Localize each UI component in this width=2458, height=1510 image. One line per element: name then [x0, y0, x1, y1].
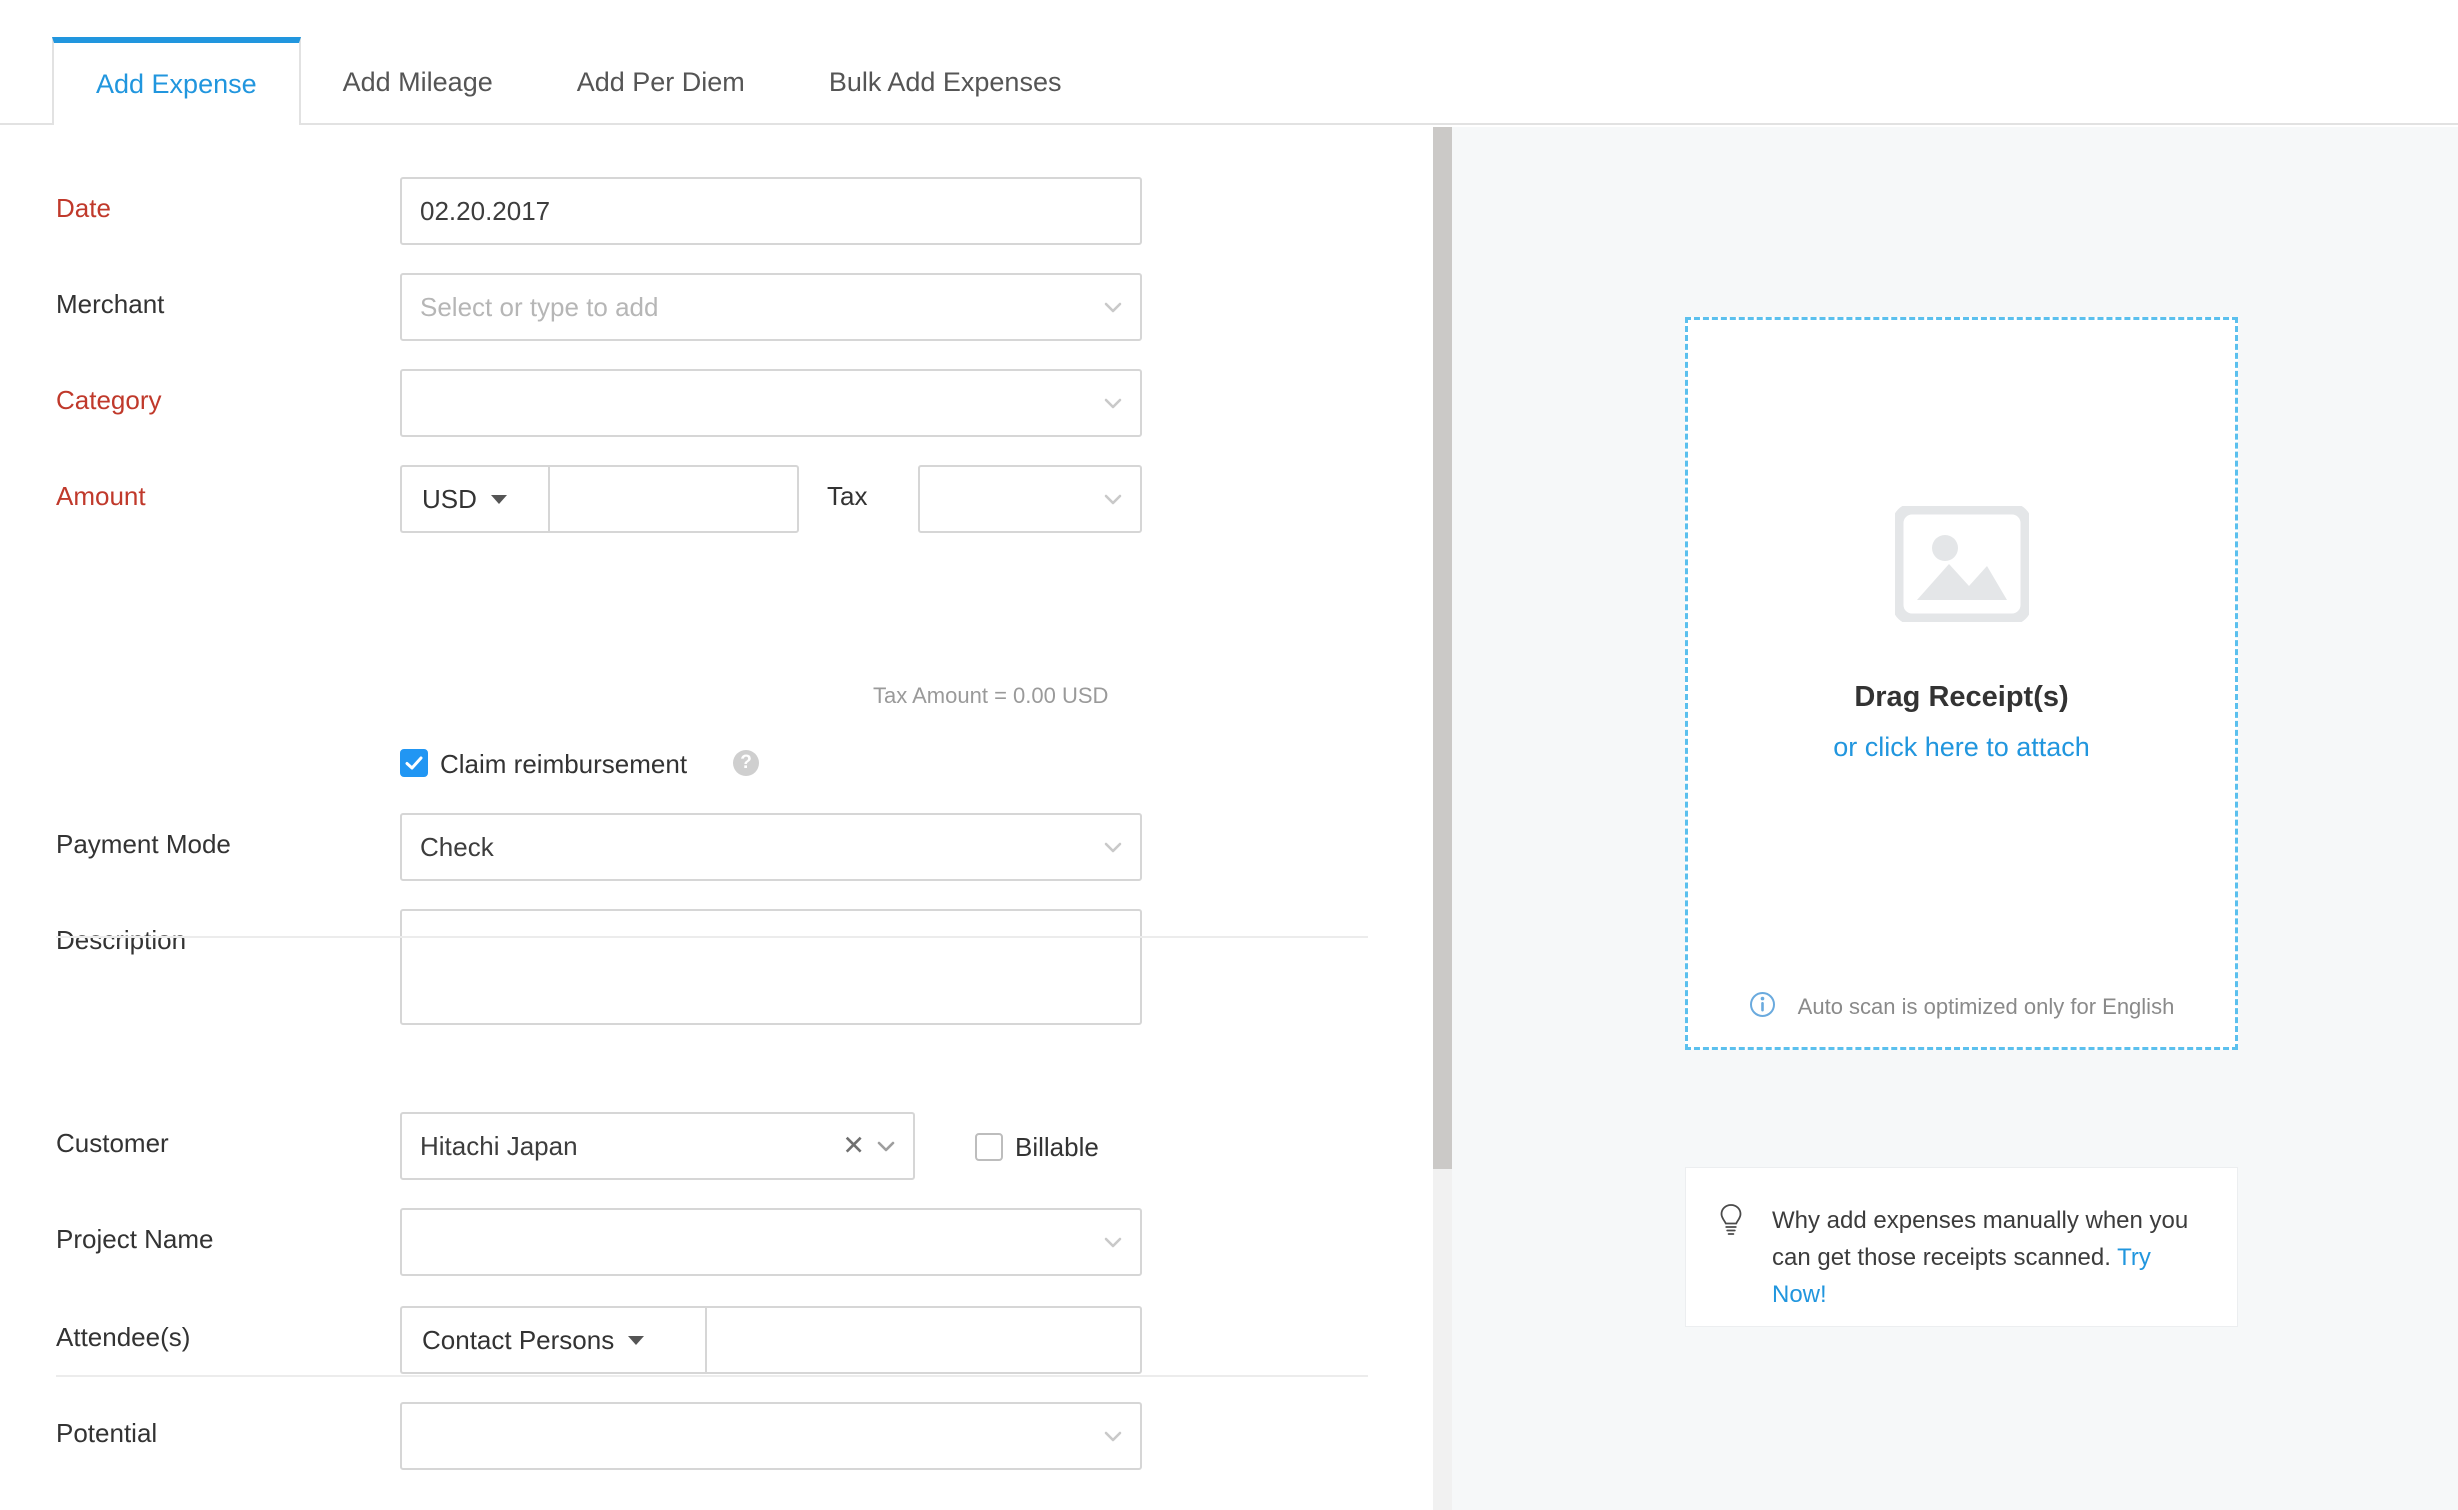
category-select[interactable]	[400, 369, 1142, 437]
clear-icon[interactable]: ✕	[842, 1132, 865, 1160]
chevron-down-icon	[1102, 1231, 1124, 1253]
tab-bulk-add-expenses-label: Bulk Add Expenses	[828, 66, 1062, 97]
caret-down-icon	[490, 494, 507, 504]
category-label: Category	[56, 385, 162, 415]
payment-mode-select[interactable]: Check	[400, 813, 1142, 881]
attendees-label: Attendee(s)	[56, 1322, 191, 1352]
project-name-label: Project Name	[56, 1224, 214, 1254]
date-label: Date	[56, 193, 111, 223]
image-placeholder-icon	[1892, 503, 2031, 627]
tab-add-mileage[interactable]: Add Mileage	[301, 41, 535, 123]
chevron-down-icon	[1102, 296, 1124, 318]
expense-form-pane: Date 02.20.2017 Merchant Select or type …	[0, 127, 1433, 1510]
section-divider-bottom	[56, 1375, 1368, 1377]
date-input[interactable]: 02.20.2017	[400, 177, 1142, 245]
claim-reimbursement-label: Claim reimbursement	[440, 749, 688, 779]
section-divider-top	[56, 936, 1368, 938]
receipt-pane: Drag Receipt(s) or click here to attach …	[1452, 127, 2458, 1510]
project-name-select[interactable]	[400, 1208, 1142, 1276]
lightbulb-icon	[1716, 1202, 1746, 1292]
attendees-type-value: Contact Persons	[422, 1324, 615, 1355]
merchant-select[interactable]: Select or type to add	[400, 273, 1142, 341]
dropzone-footnote: Auto scan is optimized only for English	[1688, 991, 2235, 1023]
claim-reimbursement-checkbox[interactable]	[400, 749, 428, 777]
amount-input[interactable]	[548, 465, 799, 533]
chevron-down-icon	[1102, 1425, 1124, 1447]
merchant-label: Merchant	[56, 289, 165, 319]
caret-down-icon	[628, 1335, 645, 1345]
help-icon[interactable]: ?	[733, 750, 759, 776]
description-textarea[interactable]	[400, 909, 1142, 1025]
tab-add-expense[interactable]: Add Expense	[52, 37, 301, 125]
tab-bulk-add-expenses[interactable]: Bulk Add Expenses	[787, 41, 1104, 123]
tax-select[interactable]	[918, 465, 1142, 533]
currency-selector[interactable]: USD	[400, 465, 548, 533]
tab-add-per-diem[interactable]: Add Per Diem	[535, 41, 787, 123]
info-icon	[1749, 991, 1776, 1023]
tax-label: Tax	[827, 481, 868, 511]
potential-select[interactable]	[400, 1402, 1142, 1470]
scan-tip-card: Why add expenses manually when you can g…	[1685, 1167, 2238, 1327]
dropzone-attach-link[interactable]: or click here to attach	[1833, 732, 2090, 763]
customer-value: Hitachi Japan	[420, 1130, 578, 1161]
tab-add-mileage-label: Add Mileage	[342, 66, 493, 97]
tab-add-per-diem-label: Add Per Diem	[576, 66, 745, 97]
customer-label: Customer	[56, 1128, 169, 1158]
attendees-input[interactable]	[705, 1306, 1142, 1374]
merchant-placeholder: Select or type to add	[420, 291, 659, 322]
payment-mode-value: Check	[420, 831, 494, 862]
billable-label: Billable	[1015, 1132, 1099, 1162]
date-value: 02.20.2017	[420, 195, 551, 226]
currency-value: USD	[422, 483, 477, 514]
description-label: Description	[56, 925, 187, 955]
scan-tip-text: Why add expenses manually when you can g…	[1772, 1202, 2202, 1308]
chevron-down-icon	[1102, 392, 1124, 414]
attendees-type-selector[interactable]: Contact Persons	[400, 1306, 705, 1374]
tab-add-expense-label: Add Expense	[96, 68, 257, 99]
vertical-scrollbar-track[interactable]	[1433, 127, 1452, 1510]
receipt-dropzone[interactable]: Drag Receipt(s) or click here to attach …	[1685, 317, 2238, 1050]
tab-bar: Add Expense Add Mileage Add Per Diem Bul…	[0, 0, 2458, 125]
payment-mode-label: Payment Mode	[56, 829, 231, 859]
chevron-down-icon	[1102, 836, 1124, 858]
chevron-down-icon	[875, 1135, 897, 1157]
chevron-down-icon	[1102, 488, 1124, 510]
dropzone-footnote-text: Auto scan is optimized only for English	[1797, 994, 2175, 1019]
dropzone-title: Drag Receipt(s)	[1854, 681, 2069, 713]
potential-label: Potential	[56, 1418, 158, 1448]
customer-select[interactable]: Hitachi Japan ✕	[400, 1112, 915, 1180]
vertical-scrollbar-thumb[interactable]	[1433, 127, 1452, 1169]
billable-checkbox[interactable]	[975, 1133, 1003, 1161]
tax-amount-note: Tax Amount = 0.00 USD	[873, 683, 1109, 708]
amount-label: Amount	[56, 481, 146, 511]
